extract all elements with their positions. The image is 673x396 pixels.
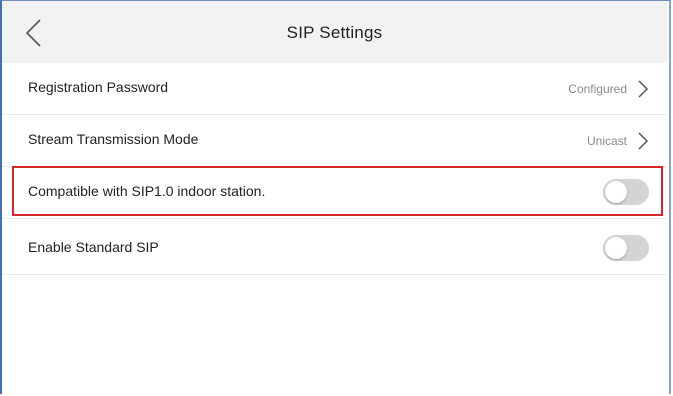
stream-transmission-mode-value: Unicast [586,134,627,148]
stream-transmission-mode-label: Stream Transmission Mode [28,131,199,147]
registration-password-label: Registration Password [28,79,169,95]
enable-standard-sip-label: Enable Standard SIP [28,239,159,255]
row-registration-password[interactable]: Registration Password Configured [2,63,667,115]
row-sip1-compatible: Compatible with SIP1.0 indoor station. [2,167,667,219]
row-stream-transmission-mode[interactable]: Stream Transmission Mode Unicast [2,115,667,167]
chevron-right-icon [638,80,649,98]
toggle-knob [605,181,627,203]
registration-password-value: Configured [568,82,627,96]
sip1-compatible-label: Compatible with SIP1.0 indoor station. [28,183,266,199]
row-enable-standard-sip: Enable Standard SIP [2,223,667,275]
toggle-knob [605,237,627,259]
page-title: SIP Settings [286,23,383,42]
enable-standard-sip-toggle[interactable] [603,235,649,261]
sip1-compatible-toggle[interactable] [603,179,649,205]
header-bar: SIP Settings [2,1,667,63]
chevron-right-icon [638,132,649,150]
